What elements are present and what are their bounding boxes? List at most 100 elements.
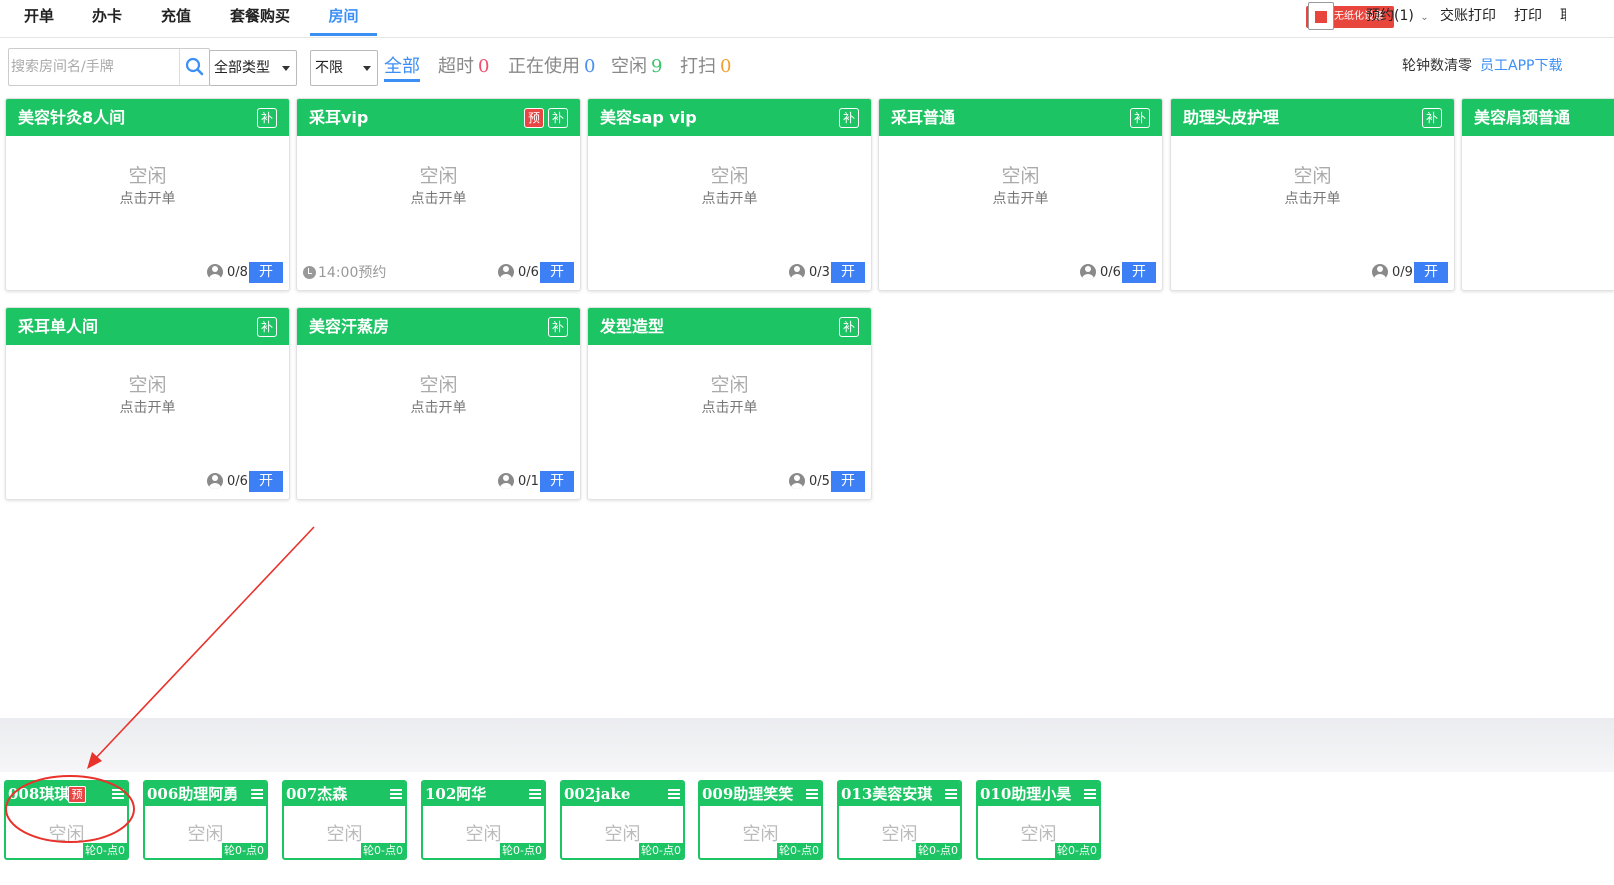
filter-overtime[interactable]: 超时 0: [438, 54, 489, 82]
staff-card[interactable]: 102阿华 空闲 轮0-点0: [421, 780, 546, 860]
supplement-badge[interactable]: 补: [257, 317, 277, 337]
filter-label: 空闲: [611, 56, 647, 77]
search-input[interactable]: [11, 51, 181, 83]
room-card[interactable]: 采耳vip 预 补 空闲 点击开单 14:00预约 0/6 开: [296, 98, 581, 291]
room-card[interactable]: 美容汗蒸房 补 空闲 点击开单 0/1 开: [296, 307, 581, 500]
tablet-device-icon: [1308, 2, 1334, 30]
room-occupancy: 0/3: [809, 265, 830, 280]
room-type-select[interactable]: 全部类型: [209, 50, 297, 86]
open-room-button[interactable]: 开: [249, 471, 283, 492]
reservation-time: 14:00预约: [318, 265, 387, 281]
user-icon: [498, 264, 514, 280]
staff-rotation-count: 轮0-点0: [361, 843, 405, 858]
menu-icon[interactable]: [112, 789, 124, 799]
room-name: 美容针灸8人间: [18, 108, 126, 127]
open-room-button[interactable]: 开: [1122, 262, 1156, 283]
room-footer: 0/6 开: [498, 262, 574, 284]
staff-card[interactable]: 009助理笑笑 空闲 轮0-点0: [698, 780, 823, 860]
room-card[interactable]: 采耳普通 补 空闲 点击开单 0/6 开: [878, 98, 1163, 291]
room-footer: 0/3 开: [789, 262, 865, 284]
limit-select[interactable]: 不限: [310, 50, 378, 86]
filter-in-use[interactable]: 正在使用 0: [508, 54, 595, 82]
room-header: 美容肩颈普通: [1462, 99, 1614, 136]
staff-card[interactable]: 002jake 空闲 轮0-点0: [560, 780, 685, 860]
filter-cleaning[interactable]: 打扫 0: [680, 54, 731, 82]
staff-card[interactable]: 006助理阿勇 空闲 轮0-点0: [143, 780, 268, 860]
cutoff-nav-item[interactable]: 耶: [1560, 0, 1566, 36]
staff-header: 010助理小昊: [978, 782, 1099, 806]
user-icon: [498, 473, 514, 489]
open-room-button[interactable]: 开: [831, 262, 865, 283]
room-name: 发型造型: [600, 317, 665, 336]
filter-all[interactable]: 全部: [384, 54, 420, 82]
staff-name: 008琪琪: [8, 785, 70, 803]
room-footer: 0/5 开: [789, 471, 865, 493]
menu-icon[interactable]: [668, 789, 680, 799]
staff-card[interactable]: 013美容安琪 空闲 轮0-点0: [837, 780, 962, 860]
room-card[interactable]: 美容针灸8人间 补 空闲 点击开单 0/8 开: [5, 98, 290, 291]
room-card[interactable]: 美容肩颈普通: [1461, 98, 1614, 291]
room-occupancy: 0/6: [227, 474, 248, 489]
search-button[interactable]: [179, 49, 209, 85]
staff-header: 102阿华: [423, 782, 544, 806]
caret-down-icon: [363, 66, 371, 71]
reservation-dropdown[interactable]: 预约(1) ⌄: [1366, 0, 1429, 36]
menu-icon[interactable]: [390, 789, 402, 799]
tab-package[interactable]: 套餐购买: [222, 0, 298, 36]
filter-count: 0: [584, 56, 596, 77]
room-card[interactable]: 发型造型 补 空闲 点击开单 0/5 开: [587, 307, 872, 500]
staff-name: 013美容安琪: [841, 785, 933, 803]
staff-rotation-count: 轮0-点0: [916, 843, 960, 858]
menu-icon[interactable]: [945, 789, 957, 799]
tab-recharge[interactable]: 充值: [150, 0, 202, 36]
tab-open-order[interactable]: 开单: [14, 0, 64, 36]
supplement-badge[interactable]: 补: [1130, 108, 1150, 128]
staff-rotation-count: 轮0-点0: [639, 843, 683, 858]
room-card[interactable]: 美容sap vip 补 空闲 点击开单 0/3 开: [587, 98, 872, 291]
menu-icon[interactable]: [806, 789, 818, 799]
staff-card[interactable]: 008琪琪 预 空闲 轮0-点0: [4, 780, 129, 860]
room-name: 采耳普通: [891, 108, 956, 127]
clear-rotation-button[interactable]: 轮钟数清零: [1402, 56, 1472, 76]
supplement-badge[interactable]: 补: [839, 317, 859, 337]
filter-count: 0: [478, 56, 490, 77]
room-name: 美容肩颈普通: [1474, 108, 1571, 127]
handover-print-button[interactable]: 交账打印: [1440, 0, 1496, 36]
tab-card[interactable]: 办卡: [82, 0, 132, 36]
open-room-button[interactable]: 开: [249, 262, 283, 283]
open-room-button[interactable]: 开: [1414, 262, 1448, 283]
menu-icon[interactable]: [251, 789, 263, 799]
room-footer: 0/6 开: [207, 471, 283, 493]
room-header: 美容sap vip 补: [588, 99, 871, 136]
supplement-badge[interactable]: 补: [257, 108, 277, 128]
menu-icon[interactable]: [1084, 789, 1096, 799]
user-icon: [1080, 264, 1096, 280]
staff-rotation-count: 轮0-点0: [777, 843, 821, 858]
room-footer: 0/9 开: [1372, 262, 1448, 284]
tab-rooms[interactable]: 房间: [310, 0, 377, 36]
supplement-badge[interactable]: 补: [839, 108, 859, 128]
menu-icon[interactable]: [529, 789, 541, 799]
room-status: 空闲: [419, 374, 458, 396]
room-hint: 点击开单: [1284, 191, 1341, 207]
room-card[interactable]: 采耳单人间 补 空闲 点击开单 0/6 开: [5, 307, 290, 500]
room-footer: 0/8 开: [207, 262, 283, 284]
print-button[interactable]: 打印: [1514, 0, 1542, 36]
staff-header: 006助理阿勇: [145, 782, 266, 806]
supplement-badge[interactable]: 补: [1422, 108, 1442, 128]
staff-name: 010助理小昊: [980, 785, 1072, 803]
employee-app-download-link[interactable]: 员工APP下载: [1480, 56, 1562, 76]
open-room-button[interactable]: 开: [831, 471, 865, 492]
supplement-badge[interactable]: 补: [548, 108, 568, 128]
staff-header: 013美容安琪: [839, 782, 960, 806]
staff-card[interactable]: 007杰森 空闲 轮0-点0: [282, 780, 407, 860]
filter-idle[interactable]: 空闲 9: [611, 54, 662, 82]
filter-count: 0: [720, 56, 732, 77]
user-icon: [789, 473, 805, 489]
room-card[interactable]: 助理头皮护理 补 空闲 点击开单 0/9 开: [1170, 98, 1455, 291]
room-status: 空闲: [419, 165, 458, 187]
open-room-button[interactable]: 开: [540, 471, 574, 492]
open-room-button[interactable]: 开: [540, 262, 574, 283]
staff-card[interactable]: 010助理小昊 空闲 轮0-点0: [976, 780, 1101, 860]
supplement-badge[interactable]: 补: [548, 317, 568, 337]
